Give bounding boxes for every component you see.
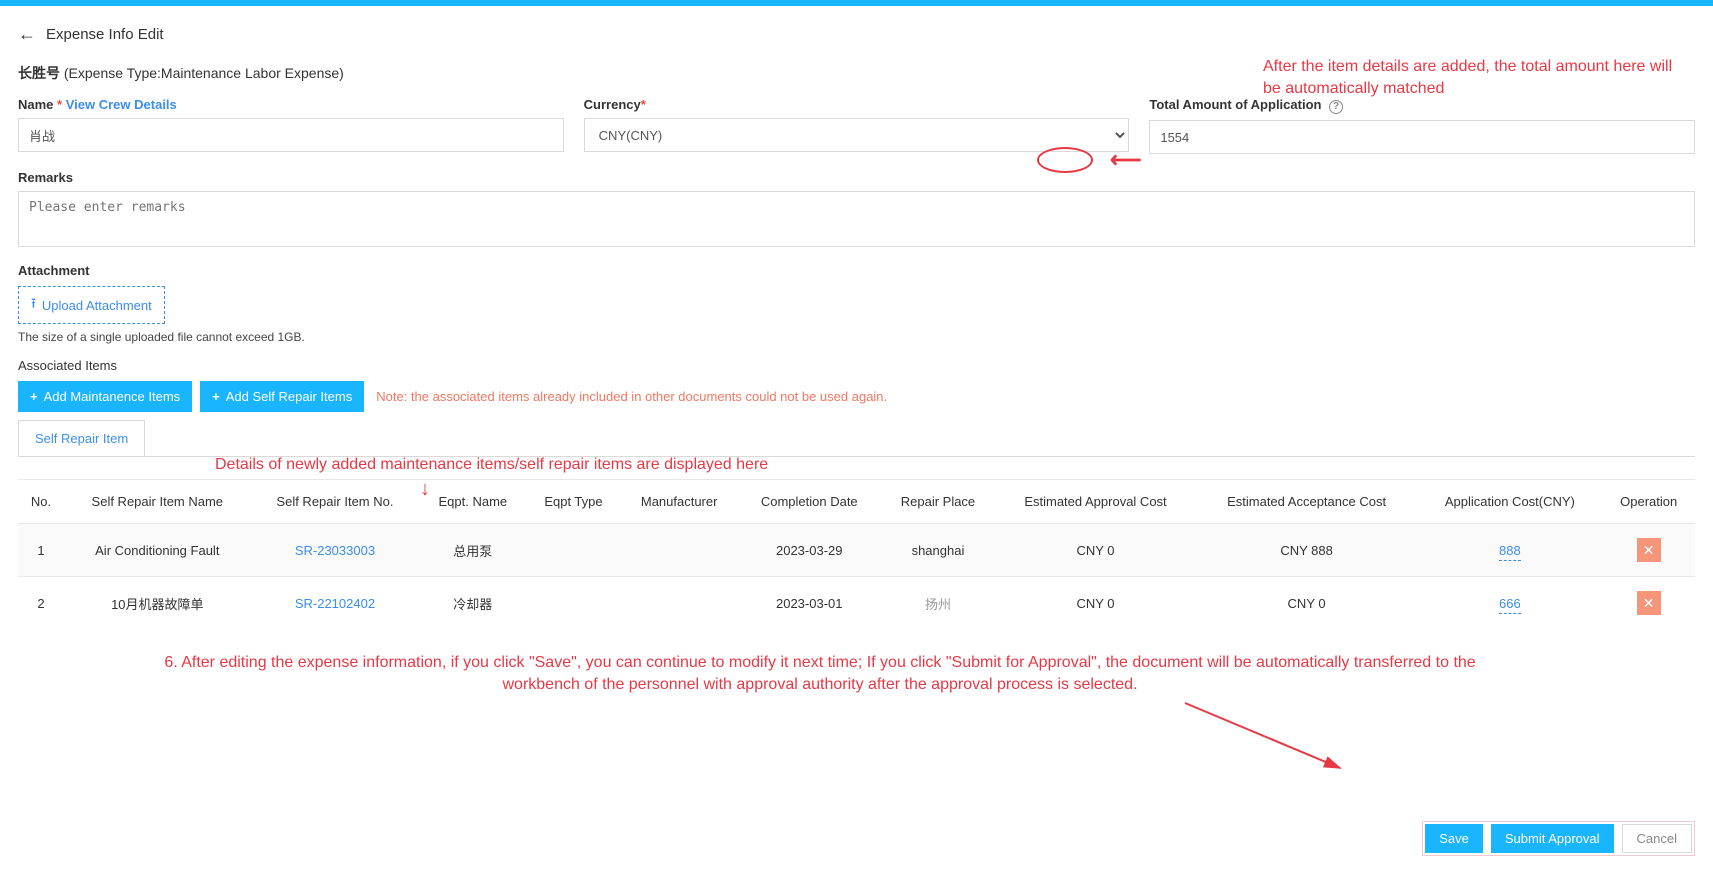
col-eqpt-type: Eqpt Type bbox=[526, 480, 620, 524]
currency-label: Currency* bbox=[584, 97, 1130, 112]
plus-icon: + bbox=[30, 389, 38, 404]
col-manufacturer: Manufacturer bbox=[621, 480, 738, 524]
col-eqpt-name: Eqpt. Name bbox=[419, 480, 526, 524]
attachment-label: Attachment bbox=[18, 263, 1695, 278]
item-no-link[interactable]: SR-22102402 bbox=[295, 596, 375, 611]
page-title: Expense Info Edit bbox=[46, 26, 164, 43]
associated-note: Note: the associated items already inclu… bbox=[376, 389, 887, 404]
required-asterisk: * bbox=[641, 97, 646, 112]
remarks-label: Remarks bbox=[18, 170, 1695, 185]
currency-select[interactable]: CNY(CNY) bbox=[584, 118, 1130, 152]
upload-icon: ⭱ bbox=[31, 293, 36, 317]
add-self-repair-items-button[interactable]: + Add Self Repair Items bbox=[200, 381, 364, 412]
submit-approval-button[interactable]: Submit Approval bbox=[1491, 824, 1614, 853]
page-header: ← Expense Info Edit bbox=[18, 18, 1695, 59]
col-est-approval: Estimated Approval Cost bbox=[995, 480, 1196, 524]
name-input[interactable] bbox=[18, 118, 564, 152]
delete-row-button[interactable]: ✕ bbox=[1637, 538, 1661, 562]
view-crew-link[interactable]: View Crew Details bbox=[66, 97, 177, 112]
annotation-arrow-diagonal-icon bbox=[1180, 698, 1360, 788]
col-no: No. bbox=[18, 480, 64, 524]
required-asterisk: * bbox=[57, 97, 62, 112]
self-repair-items-table: No. Self Repair Item Name Self Repair It… bbox=[18, 480, 1695, 629]
delete-row-button[interactable]: ✕ bbox=[1637, 591, 1661, 615]
footer-actions: Save Submit Approval Cancel bbox=[1422, 821, 1695, 856]
table-row: 1 Air Conditioning Fault SR-23033003 总用泵… bbox=[18, 524, 1695, 577]
col-operation: Operation bbox=[1602, 480, 1695, 524]
col-completion: Completion Date bbox=[738, 480, 881, 524]
entity-subheader: 长胜号 (Expense Type:Maintenance Labor Expe… bbox=[18, 63, 1695, 83]
help-icon[interactable]: ? bbox=[1329, 100, 1343, 114]
name-label: Name * View Crew Details bbox=[18, 97, 564, 112]
cancel-button[interactable]: Cancel bbox=[1622, 824, 1692, 853]
entity-name: 长胜号 bbox=[18, 65, 60, 81]
total-amount-label: Total Amount of Application ? bbox=[1149, 97, 1695, 114]
app-cost-link[interactable]: 888 bbox=[1499, 543, 1521, 561]
col-item-name: Self Repair Item Name bbox=[64, 480, 251, 524]
item-no-link[interactable]: SR-23033003 bbox=[295, 543, 375, 558]
upload-hint: The size of a single uploaded file canno… bbox=[18, 330, 1695, 344]
expense-type-label: (Expense Type:Maintenance Labor Expense) bbox=[64, 65, 344, 81]
plus-icon: + bbox=[212, 389, 220, 404]
back-arrow-icon[interactable]: ← bbox=[18, 24, 36, 45]
tabs-bar: Self Repair Item bbox=[18, 420, 1695, 457]
table-row: 2 10月机器故障单 SR-22102402 冷却器 2023-03-01 扬州… bbox=[18, 577, 1695, 630]
col-repair-place: Repair Place bbox=[881, 480, 996, 524]
remarks-textarea[interactable] bbox=[18, 191, 1695, 247]
associated-items-label: Associated Items bbox=[18, 358, 1695, 373]
col-app-cost: Application Cost(CNY) bbox=[1417, 480, 1602, 524]
total-amount-input[interactable] bbox=[1149, 120, 1695, 154]
tab-self-repair-item[interactable]: Self Repair Item bbox=[18, 420, 145, 456]
col-item-no: Self Repair Item No. bbox=[251, 480, 420, 524]
add-maintenance-items-button[interactable]: + Add Maintanence Items bbox=[18, 381, 192, 412]
annotation-items: Details of newly added maintenance items… bbox=[215, 454, 768, 476]
annotation-step6: 6. After editing the expense information… bbox=[130, 652, 1510, 697]
upload-attachment-button[interactable]: ⭱ Upload Attachment bbox=[18, 286, 165, 324]
col-est-acceptance: Estimated Acceptance Cost bbox=[1196, 480, 1418, 524]
save-button[interactable]: Save bbox=[1425, 824, 1483, 853]
app-cost-link[interactable]: 666 bbox=[1499, 596, 1521, 614]
